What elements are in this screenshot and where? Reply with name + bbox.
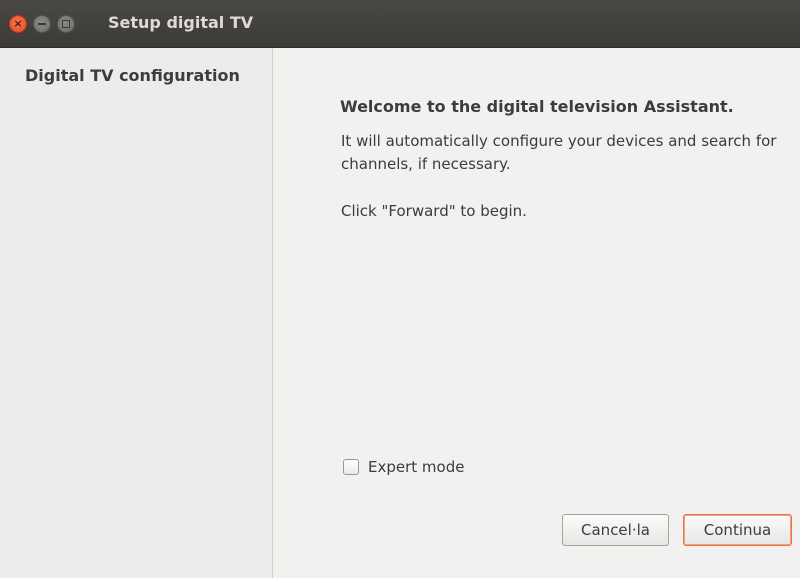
page-description: It will automatically configure your dev… (341, 132, 777, 173)
assistant-page: Welcome to the digital television Assist… (273, 48, 800, 578)
page-hint: Click "Forward" to begin. (341, 202, 527, 220)
expert-mode-toggle[interactable]: Expert mode (343, 456, 464, 478)
forward-button[interactable]: Continua (683, 514, 792, 546)
sidebar: Digital TV configuration (0, 48, 273, 578)
close-button[interactable]: × (9, 15, 27, 33)
minimize-icon (38, 23, 46, 25)
maximize-button[interactable] (57, 15, 75, 33)
expert-mode-checkbox[interactable] (343, 459, 359, 475)
expert-mode-label: Expert mode (368, 458, 465, 476)
title-bar: × Setup digital TV (0, 0, 800, 48)
cancel-button[interactable]: Cancel·la (562, 514, 669, 546)
minimize-button[interactable] (33, 15, 51, 33)
page-heading: Welcome to the digital television Assist… (340, 97, 734, 116)
close-icon: × (13, 17, 23, 30)
window-title: Setup digital TV (108, 13, 254, 32)
sidebar-item-digital-tv-configuration: Digital TV configuration (25, 66, 240, 85)
maximize-icon (62, 20, 70, 28)
